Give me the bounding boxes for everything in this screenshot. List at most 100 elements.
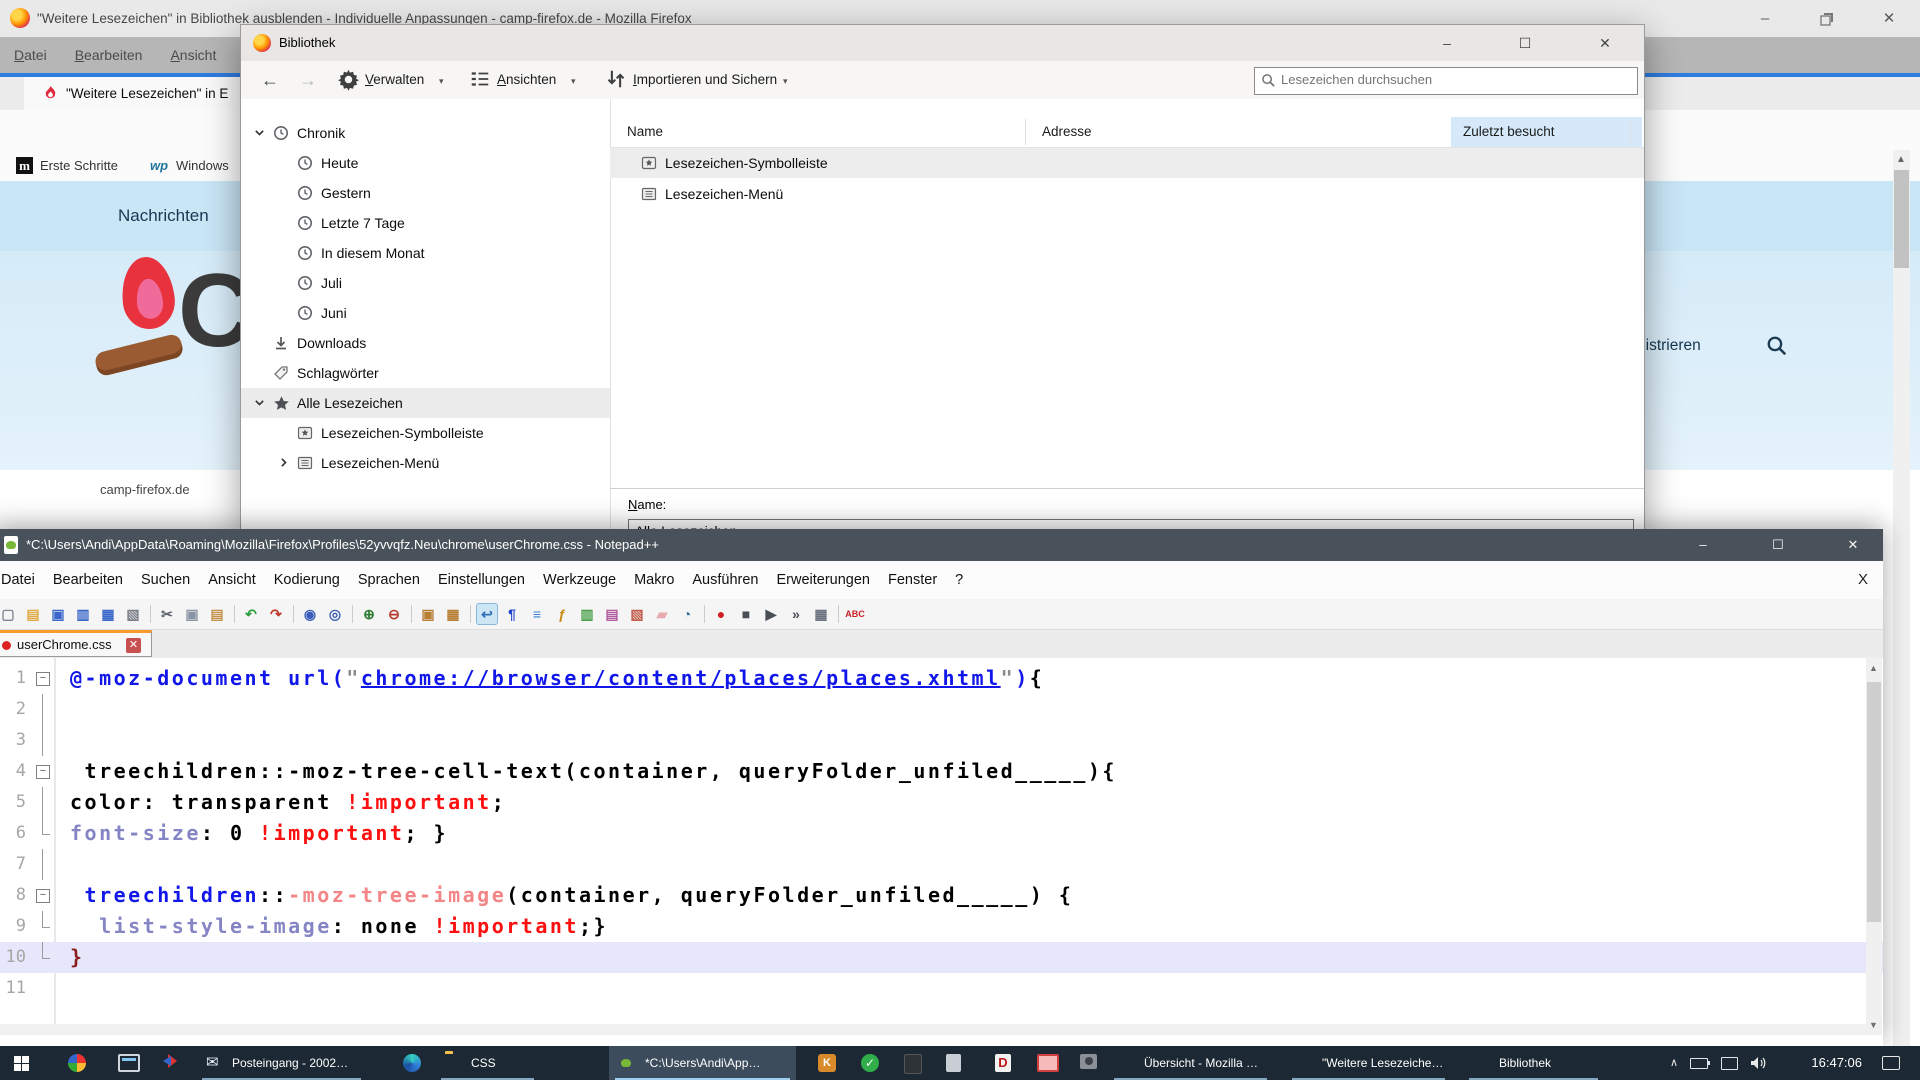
battery-icon[interactable] xyxy=(1690,1058,1708,1069)
npp-menu-[interactable]: ? xyxy=(946,561,972,599)
snippet-icon[interactable]: ▧ xyxy=(627,604,647,624)
site-search-icon[interactable] xyxy=(1766,335,1788,357)
notepadpp-minimize-button[interactable]: – xyxy=(1674,529,1732,561)
save-icon[interactable]: ▣ xyxy=(48,604,68,624)
colorful-app-icon[interactable] xyxy=(55,1046,99,1080)
tray-chevron-icon[interactable]: ∧ xyxy=(1670,1046,1678,1080)
tree-item-heute[interactable]: Heute xyxy=(241,148,610,178)
views-button[interactable]: Ansichten xyxy=(497,61,556,99)
firefox-task-weitere[interactable]: "Weitere Lesezeiche… xyxy=(1286,1046,1451,1080)
code-line-5[interactable]: 5color: transparent !important; xyxy=(0,787,1883,818)
notepadpp-maximize-button[interactable]: ☐ xyxy=(1749,529,1807,561)
fold-margin[interactable] xyxy=(34,694,52,725)
library-maximize-button[interactable]: ☐ xyxy=(1499,25,1551,61)
tree-item-alle-lesezeichen[interactable]: Alle Lesezeichen xyxy=(241,388,610,418)
close-document-button[interactable]: X xyxy=(1848,561,1878,599)
code-editor[interactable]: 1−@-moz-document url("chrome://browser/c… xyxy=(0,658,1883,1035)
tab-close-icon[interactable]: ✕ xyxy=(126,638,141,653)
presentation-app-icon[interactable] xyxy=(105,1046,149,1080)
fold-margin[interactable] xyxy=(34,818,52,849)
tree-item-downloads[interactable]: Downloads xyxy=(241,328,610,358)
explorer-task[interactable]: CSS xyxy=(435,1046,540,1080)
record-macro-icon[interactable]: ● xyxy=(711,604,731,624)
camera-app-icon[interactable] xyxy=(1067,1046,1111,1080)
code-line-3[interactable]: 3 xyxy=(0,725,1883,756)
npp-menu-sprachen[interactable]: Sprachen xyxy=(349,561,429,599)
chevron-down-icon[interactable] xyxy=(253,396,266,409)
npp-menu-werkzeuge[interactable]: Werkzeuge xyxy=(534,561,625,599)
scrollbar-up-arrow[interactable]: ▲ xyxy=(1869,663,1878,673)
fold-margin[interactable] xyxy=(34,942,52,973)
import-backup-button[interactable]: Importieren und Sichern xyxy=(633,61,777,99)
column-header-zuletzt[interactable]: Zuletzt besucht xyxy=(1451,117,1642,147)
action-center-icon[interactable] xyxy=(1882,1056,1900,1070)
firefox-task-bibliothek[interactable]: Bibliothek xyxy=(1463,1046,1604,1080)
zoom-out-icon[interactable]: ⊖ xyxy=(384,604,404,624)
editor-hscrollbar[interactable] xyxy=(0,1024,1866,1035)
firefox-close-button[interactable]: ✕ xyxy=(1858,0,1920,37)
fold-margin[interactable]: − xyxy=(34,880,52,911)
page-scrollbar[interactable]: ▲ xyxy=(1893,150,1910,1046)
zoom-in-icon[interactable]: ⊕ xyxy=(359,604,379,624)
save-as-icon[interactable]: ▥ xyxy=(73,604,93,624)
library-minimize-button[interactable]: – xyxy=(1421,25,1473,61)
code-line-6[interactable]: 6font-size: 0 !important; } xyxy=(0,818,1883,849)
play-macro-icon[interactable]: ▶ xyxy=(761,604,781,624)
code-line-2[interactable]: 2 xyxy=(0,694,1883,725)
copy-icon[interactable]: ▣ xyxy=(182,604,202,624)
thunderbird-task[interactable]: ✉Posteingang - 2002… xyxy=(196,1046,367,1080)
function-list-icon[interactable]: ƒ xyxy=(552,604,572,624)
npp-menu-bearbeiten[interactable]: Bearbeiten xyxy=(44,561,132,599)
fold-margin[interactable] xyxy=(34,973,52,1004)
tree-item-lesezeichen-menü[interactable]: Lesezeichen-Menü xyxy=(241,448,610,478)
taskbar-clock[interactable]: 16:47:06 xyxy=(1811,1046,1862,1080)
fold-margin[interactable] xyxy=(34,725,52,756)
spellcheck-icon[interactable]: ABC xyxy=(845,604,865,624)
npp-menu-kodierung[interactable]: Kodierung xyxy=(265,561,349,599)
open-file-icon[interactable]: ▤ xyxy=(23,604,43,624)
firefox-menu-nsicht[interactable]: Ansicht xyxy=(156,37,230,73)
fold-margin[interactable] xyxy=(34,911,52,942)
tree-item-in-diesem-monat[interactable]: In diesem Monat xyxy=(241,238,610,268)
site-nav-nachrichten[interactable]: Nachrichten xyxy=(118,181,209,251)
scrollbar-up-arrow[interactable]: ▲ xyxy=(1896,154,1906,165)
scheduler-icon[interactable]: ◔ xyxy=(677,604,697,624)
column-header-name[interactable]: Name xyxy=(627,117,663,147)
tree-item-schlagwörter[interactable]: Schlagwörter xyxy=(241,358,610,388)
code-line-1[interactable]: 1−@-moz-document url("chrome://browser/c… xyxy=(0,663,1883,694)
print-icon[interactable]: ▧ xyxy=(123,604,143,624)
npp-menu-suchen[interactable]: Suchen xyxy=(132,561,199,599)
tree-item-lesezeichen-symbolleiste[interactable]: Lesezeichen-Symbolleiste xyxy=(241,418,610,448)
restore-session-icon[interactable]: ▦ xyxy=(443,604,463,624)
code-line-8[interactable]: 8− treechildren::-moz-tree-image(contain… xyxy=(0,880,1883,911)
npp-menu-fenster[interactable]: Fenster xyxy=(879,561,946,599)
redo-icon[interactable]: ↷ xyxy=(266,604,286,624)
code-line-4[interactable]: 4− treechildren::-moz-tree-cell-text(con… xyxy=(0,756,1883,787)
restore-last-icon[interactable]: ▣ xyxy=(418,604,438,624)
replace-icon[interactable]: ◎ xyxy=(325,604,345,624)
document-map-icon[interactable]: ▤ xyxy=(602,604,622,624)
run-macro-multi-icon[interactable]: » xyxy=(786,604,806,624)
fold-margin[interactable]: − xyxy=(34,663,52,694)
bookmark-search-input[interactable]: Lesezeichen durchsuchen xyxy=(1254,67,1638,95)
start-button[interactable] xyxy=(0,1046,48,1080)
monitoring-icon[interactable]: ▥ xyxy=(577,604,597,624)
editor-vscrollbar[interactable]: ▲ ▼ xyxy=(1866,658,1882,1035)
npp-menu-makro[interactable]: Makro xyxy=(625,561,683,599)
network-display-icon[interactable] xyxy=(1721,1057,1738,1070)
find-icon[interactable]: ◉ xyxy=(300,604,320,624)
show-symbols-icon[interactable]: ¶ xyxy=(502,604,522,624)
speaker-icon[interactable] xyxy=(1750,1056,1768,1070)
firefox-menu-atei[interactable]: Datei xyxy=(0,37,61,73)
npp-menu-ausfhren[interactable]: Ausführen xyxy=(683,561,767,599)
fold-margin[interactable] xyxy=(34,849,52,880)
register-link[interactable]: gistrieren xyxy=(1637,337,1701,355)
code-line-9[interactable]: 9 list-style-image: none !important;} xyxy=(0,911,1883,942)
fold-margin[interactable] xyxy=(34,787,52,818)
code-line-11[interactable]: 11 xyxy=(0,973,1883,1004)
tree-item-juli[interactable]: Juli xyxy=(241,268,610,298)
dark-app-icon[interactable] xyxy=(891,1046,935,1080)
cut-icon[interactable]: ✂ xyxy=(157,604,177,624)
chevron-right-icon[interactable] xyxy=(277,456,290,469)
indent-guides-icon[interactable]: ≡ xyxy=(527,604,547,624)
